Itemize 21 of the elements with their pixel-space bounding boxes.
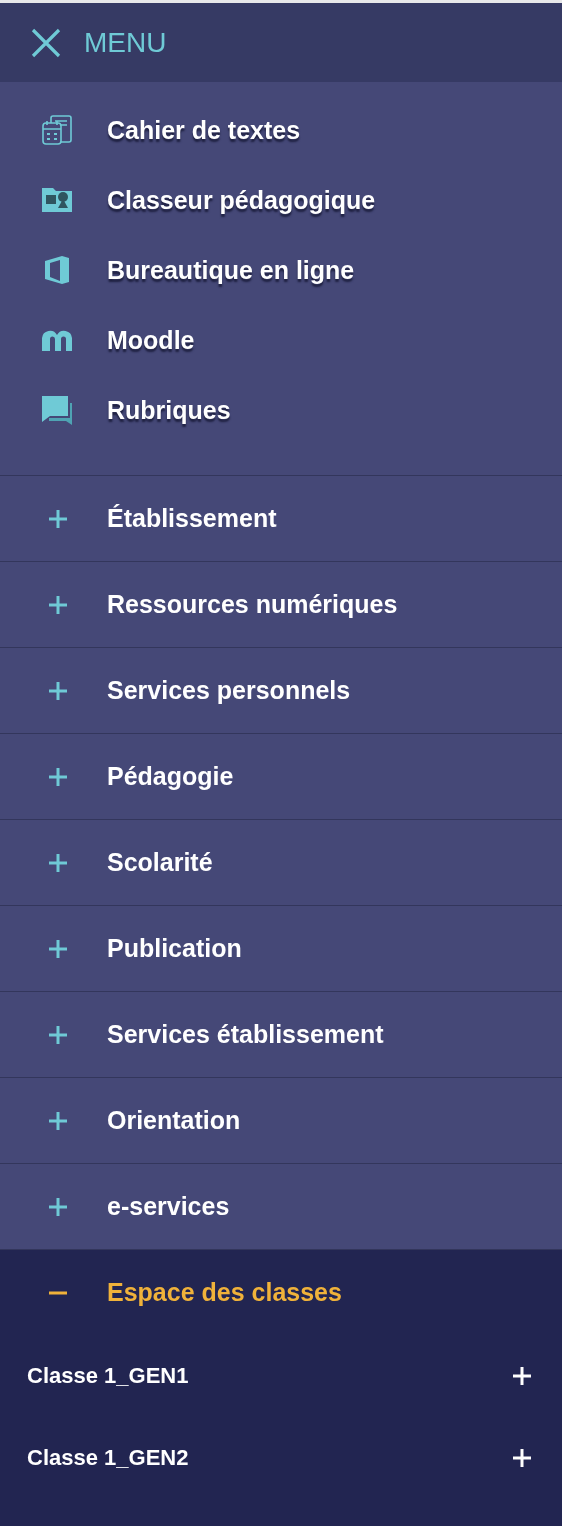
section-title[interactable]: Pédagogie [107,762,234,791]
section-title[interactable]: Publication [107,934,242,963]
section-title[interactable]: Orientation [107,1106,241,1135]
section-title[interactable]: Établissement [107,504,277,533]
section-title[interactable]: Espace des classes [107,1278,342,1307]
app-link[interactable]: Rubriques [107,395,231,425]
section-title[interactable]: Ressources numériques [107,590,398,619]
section-title[interactable]: Services personnels [107,676,351,705]
calendar-icon [41,114,73,146]
class-link[interactable]: Classe 1_GEN1 [27,1363,189,1389]
close-icon[interactable] [30,26,62,59]
app-link[interactable]: Cahier de textes [107,115,301,145]
chat-icon [41,394,73,426]
app-link[interactable]: Bureautique en ligne [107,255,355,285]
menu-title: MENU [84,26,167,59]
section-title[interactable]: Services établissement [107,1020,384,1049]
app-link[interactable]: Moodle [107,325,195,355]
section-title[interactable]: Scolarité [107,848,213,877]
class-link[interactable]: Classe 1_GEN2 [27,1445,189,1471]
section-title[interactable]: e-services [107,1192,230,1221]
app-link[interactable]: Classeur pédagogique [107,185,376,215]
